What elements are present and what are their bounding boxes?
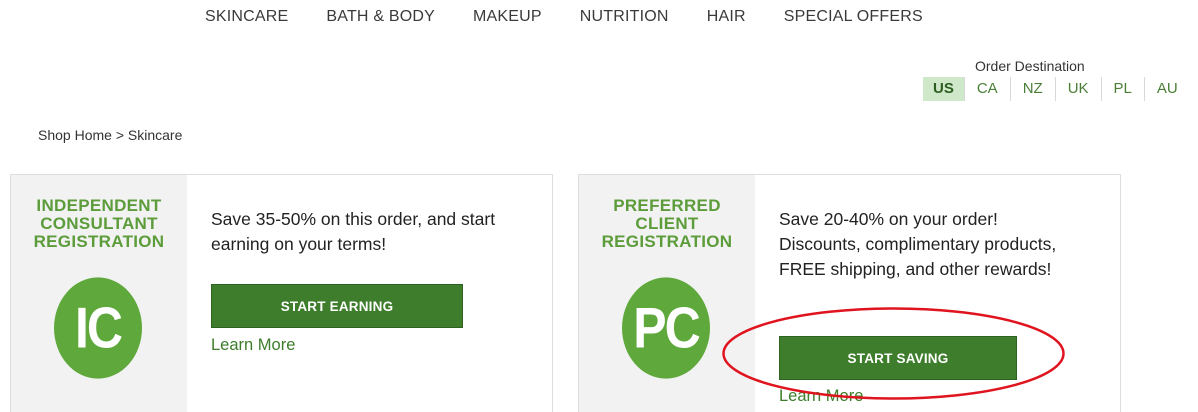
card-title: PREFERRED CLIENT REGISTRATION xyxy=(601,196,733,251)
preferred-client-registration-card: PREFERRED CLIENT REGISTRATION PC Save 20… xyxy=(578,174,1121,412)
destination-au[interactable]: AU xyxy=(1143,77,1190,101)
learn-more-link[interactable]: Learn More xyxy=(779,387,863,406)
destination-ca[interactable]: CA xyxy=(963,77,1010,101)
nav-skincare[interactable]: SKINCARE xyxy=(205,8,288,26)
nav-bath-body[interactable]: BATH & BODY xyxy=(326,8,435,26)
destination-nz[interactable]: NZ xyxy=(1009,77,1055,101)
page: SKINCARE BATH & BODY MAKEUP NUTRITION HA… xyxy=(0,0,1198,412)
start-earning-button[interactable]: START EARNING xyxy=(211,284,463,328)
consultant-registration-card: INDEPENDENT CONSULTANT REGISTRATION IC S… xyxy=(10,174,553,412)
nav-hair[interactable]: HAIR xyxy=(707,8,746,26)
pc-badge-icon: PC xyxy=(622,277,710,379)
nav-nutrition[interactable]: NUTRITION xyxy=(580,8,669,26)
ic-badge-icon: IC xyxy=(54,277,142,379)
card-left-panel: PREFERRED CLIENT REGISTRATION PC xyxy=(579,175,755,412)
learn-more-link[interactable]: Learn More xyxy=(211,336,295,355)
breadcrumb-current: Skincare xyxy=(127,127,183,143)
breadcrumb-home-link[interactable]: Shop Home xyxy=(38,127,112,143)
order-destination-selector: US CA NZ UK PL AU xyxy=(923,77,1190,101)
order-destination-label: Order Destination xyxy=(975,58,1085,74)
destination-us[interactable]: US xyxy=(923,77,964,101)
destination-pl[interactable]: PL xyxy=(1100,77,1144,101)
destination-uk[interactable]: UK xyxy=(1054,77,1101,101)
nav-makeup[interactable]: MAKEUP xyxy=(473,8,542,26)
breadcrumb: Shop Home > Skincare xyxy=(38,127,182,143)
card-left-panel: INDEPENDENT CONSULTANT REGISTRATION IC xyxy=(11,175,187,412)
start-saving-button[interactable]: START SAVING xyxy=(779,336,1017,380)
card-title: INDEPENDENT CONSULTANT REGISTRATION xyxy=(33,196,165,251)
main-nav: SKINCARE BATH & BODY MAKEUP NUTRITION HA… xyxy=(205,8,923,26)
card-description: Save 35-50% on this order, and start ear… xyxy=(211,209,496,254)
card-description: Save 20-40% on your order! Discounts, co… xyxy=(779,209,1057,279)
nav-special-offers[interactable]: SPECIAL OFFERS xyxy=(784,8,923,26)
breadcrumb-separator: > xyxy=(111,127,128,143)
